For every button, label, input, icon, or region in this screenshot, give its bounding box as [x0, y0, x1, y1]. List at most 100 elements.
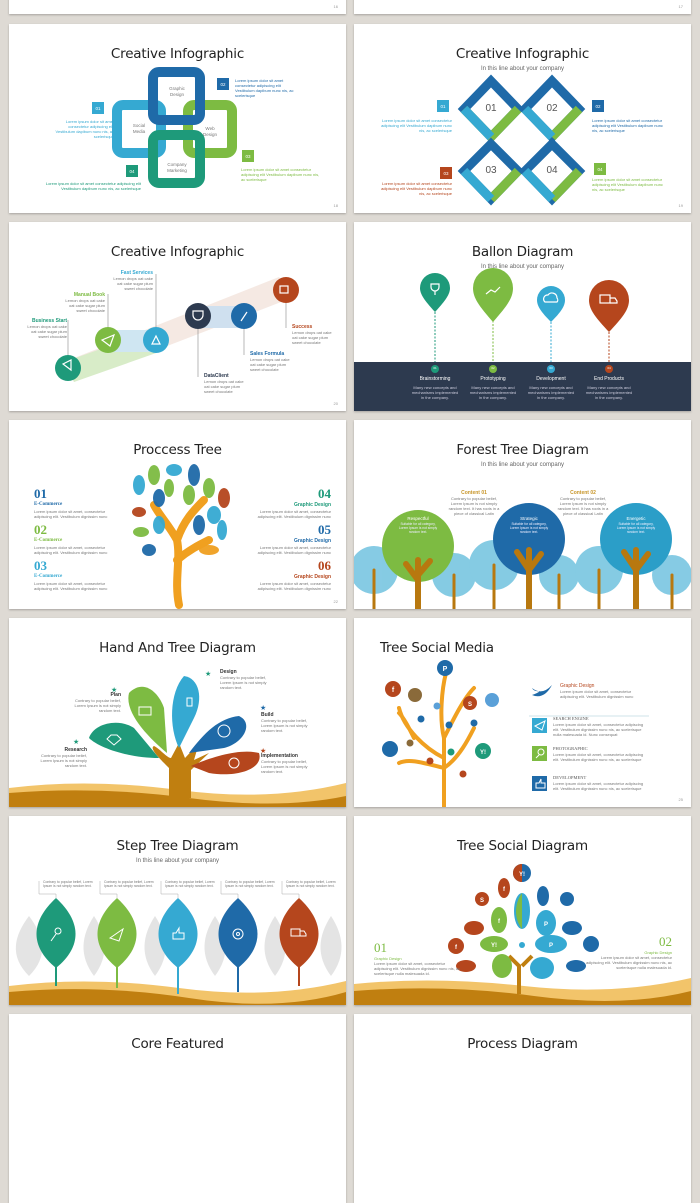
item-number: 02: [34, 522, 47, 537]
page-number: 22: [333, 599, 338, 604]
description: Lorem ipsum dolor sit amet consectetur a…: [381, 181, 452, 196]
balloon-number: 01: [433, 366, 437, 370]
diamond-number: 02: [546, 103, 558, 114]
item-number: 06: [318, 558, 331, 573]
box-label: Graphic Design: [169, 86, 185, 97]
box-label: Social Media: [132, 123, 146, 134]
slide-subtitle: In this line about your company: [480, 66, 565, 72]
slide-partial-top-left[interactable]: 16: [9, 0, 346, 14]
step-text: Lemon drops oat cake oat cake sugar plum…: [27, 324, 67, 340]
page-number: 17: [678, 4, 683, 9]
slide-tree-social-media[interactable]: f P S Y! Tree Social Media Graphic Design Lo…: [354, 618, 691, 807]
item-number: 04: [318, 486, 331, 501]
item-number: 01: [374, 940, 387, 955]
item-text: Lorem ipsum dolor sit amet, consectetur …: [553, 780, 644, 791]
item-text: Contrary to popular belief, Lorem Ipsum …: [261, 759, 308, 775]
step-text: Lemon drops oat cake oat cake sugar plum…: [250, 357, 290, 373]
balloon-text: Many new concepts and mechanisms impleme…: [469, 385, 517, 401]
svg-text:Y!: Y!: [519, 872, 525, 878]
tree-text: Suitable for all category, Lorem Ipsum i…: [398, 521, 438, 534]
item-text: Lorem ipsum dolor sit amet, consectetur …: [257, 508, 331, 519]
badge: 02: [217, 78, 229, 90]
svg-text:S: S: [480, 898, 484, 904]
balloon-number: 02: [491, 366, 495, 370]
content-text: Contrary to popular belief, Lorem Ipsum …: [448, 496, 500, 517]
slide-title: Process Diagram: [467, 1036, 578, 1052]
leaf-text: Contrary to popular belief, Lorem Ipsum …: [225, 880, 275, 889]
slide-subtitle: In this line about your company: [480, 264, 565, 270]
slide-creative-infographic-1[interactable]: Creative Infographic Graphic Design Soci…: [9, 24, 346, 213]
badge: 01: [92, 102, 104, 114]
item-text: Lorem ipsum dolor sit amet, consectetur …: [553, 751, 644, 762]
item-number: 03: [34, 558, 47, 573]
description: Lorem ipsum dolor sit amet consectetur a…: [381, 118, 452, 133]
slide-process-tree[interactable]: Proccess Tree 01 E-Commerce Lorem ipsum do…: [9, 420, 346, 609]
svg-text:Y!: Y!: [480, 750, 486, 756]
slide-subtitle: In this line about your company: [135, 858, 220, 864]
badge: 03: [242, 150, 254, 162]
slide-title: Tree Social Media: [380, 640, 494, 656]
item-text: Contrary to popular belief, Lorem Ipsum …: [220, 675, 267, 691]
slide-step-tree-diagram[interactable]: Step Tree Diagram In this line about you…: [9, 816, 346, 1005]
slide-process-diagram[interactable]: Process Diagram: [354, 1014, 691, 1203]
slide-creative-infographic-steps[interactable]: Creative Infographic Business Start Lemon…: [9, 222, 346, 411]
badge: 04: [126, 165, 138, 177]
item-text: Contrary to popular belief, Lorem Ipsum …: [40, 753, 87, 769]
description: Lorem ipsum dolor sit amet consectetur a…: [235, 78, 294, 98]
leaf-text: Contrary to popular belief, Lorem Ipsum …: [286, 880, 336, 889]
badge: 02: [592, 100, 604, 112]
svg-text:★: ★: [73, 738, 79, 746]
slide-title: Forest Tree Diagram: [456, 442, 589, 458]
leaf-text: Contrary to popular belief, Lorem Ipsum …: [165, 880, 215, 889]
slide-title: Hand And Tree Diagram: [99, 640, 256, 656]
tree-text: Suitable for all category, Lorem Ipsum i…: [509, 521, 549, 534]
description: Lorem ipsum dolor sit amet consectetur a…: [592, 177, 663, 192]
svg-text:P: P: [443, 666, 448, 673]
slide-title: Creative Infographic: [455, 46, 590, 62]
page-number: 18: [333, 203, 338, 208]
balloon-label: End Products: [593, 376, 625, 382]
svg-text:Y!: Y!: [491, 943, 497, 949]
step-text: Lemon drops oat cake oat cake sugar plum…: [204, 379, 244, 395]
header-text: Lorem ipsum dolor sit amet, consectetur …: [560, 689, 634, 700]
slide-forest-tree-diagram[interactable]: Forest Tree Diagram In this line about y…: [354, 420, 691, 609]
item-text: Lorem ipsum dolor sit amet, consectetur …: [34, 508, 108, 519]
page-number: 25: [678, 797, 683, 802]
slide-creative-infographic-2[interactable]: Creative Infographic In this line about …: [354, 24, 691, 213]
item-number: 05: [318, 522, 331, 537]
slide-title: Creative Infographic: [110, 244, 245, 260]
content-text: Contrary to popular belief, Lorem Ipsum …: [557, 496, 609, 517]
box-label: Web Design: [202, 126, 217, 137]
step-text: Lemon drops oat cake oat cake sugar plum…: [113, 276, 153, 292]
diamond-number: 04: [546, 165, 558, 176]
page-number: 16: [333, 4, 338, 9]
balloon-text: Many new concepts and mechanisms impleme…: [411, 385, 459, 401]
leaf-text: Contrary to popular belief, Lorem Ipsum …: [43, 880, 93, 889]
svg-text:S: S: [468, 702, 472, 708]
item-number: 01: [34, 486, 47, 501]
tree-text: Suitable for all category, Lorem Ipsum i…: [616, 521, 656, 534]
slide-ballon-diagram[interactable]: Ballon Diagram In this line about your c…: [354, 222, 691, 411]
svg-text:P: P: [549, 943, 553, 949]
slide-subtitle: In this line about your company: [480, 462, 565, 468]
svg-text:★: ★: [260, 704, 266, 712]
slide-tree-social-diagram[interactable]: Y! f Sf f P Y! P Tree Social Diagram 01 Graphic…: [354, 816, 691, 1005]
badge: 04: [594, 163, 606, 175]
slide-title: Step Tree Diagram: [116, 838, 239, 854]
item-text: Lorem ipsum dolor sit amet, consectetur …: [374, 961, 461, 977]
step-text: Lemon drops oat cake oat cake sugar plum…: [292, 330, 332, 346]
slide-title: Proccess Tree: [133, 442, 222, 458]
item-text: Lorem ipsum dolor sit amet, consectetur …: [257, 544, 331, 555]
slide-core-featured[interactable]: Core Featured: [9, 1014, 346, 1203]
diamond-number: 03: [485, 165, 497, 176]
slide-title: Tree Social Diagram: [457, 838, 588, 854]
description: Lorem ipsum dolor sit amet consectetur a…: [45, 181, 141, 191]
balloon-text: Many new concepts and mechanisms impleme…: [585, 385, 633, 401]
item-text: Lorem ipsum dolor sit amet, consectetur …: [257, 580, 331, 591]
item-text: Lorem ipsum dolor sit amet, consectetur …: [34, 544, 108, 555]
slide-partial-top-right[interactable]: 17: [354, 0, 691, 14]
balloon-number: 04: [607, 366, 611, 370]
item-number: 02: [659, 934, 672, 949]
slide-hand-and-tree-diagram[interactable]: ★ ★ ★ ★ ★ Hand And Tree Diagram Design Contra…: [9, 618, 346, 807]
badge: 03: [440, 167, 452, 179]
